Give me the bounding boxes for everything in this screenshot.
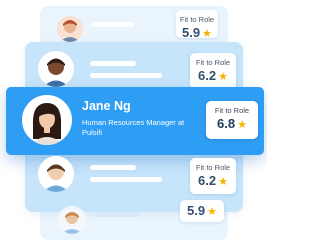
- score-label: Fit to Role: [179, 15, 215, 24]
- candidate-row: 5.9 ★: [0, 200, 267, 240]
- avatar: [58, 206, 86, 234]
- placeholder-line: [90, 61, 136, 66]
- score-card: Fit to Role 6.2 ★: [190, 53, 236, 89]
- placeholder-line: [94, 212, 140, 217]
- score-value: 5.9: [182, 25, 201, 40]
- candidate-name: Jane Ng: [82, 99, 131, 113]
- placeholder-line: [92, 22, 134, 27]
- score-value: 6.2: [198, 68, 217, 83]
- score-value-row: 6.2 ★: [190, 173, 236, 190]
- star-icon: ★: [218, 176, 228, 188]
- star-icon: ★: [202, 28, 212, 40]
- star-icon: ★: [218, 71, 228, 83]
- person-icon: [38, 156, 74, 192]
- candidate-row: Fit to Role 6.2 ★: [0, 156, 267, 202]
- score-card: Fit to Role 5.9 ★: [176, 10, 218, 40]
- placeholder-line: [90, 165, 136, 170]
- score-value: 6.2: [198, 173, 217, 188]
- candidate-avatar: [22, 95, 72, 145]
- score-value-row: 5.9 ★: [180, 203, 224, 220]
- placeholder-line: [90, 177, 162, 182]
- score-value: 5.9: [187, 203, 206, 218]
- score-label: Fit to Role: [214, 106, 250, 115]
- person-icon: [38, 51, 74, 87]
- candidate-title: Human Resources Manager at Pulsifi: [82, 118, 185, 137]
- star-icon: ★: [207, 206, 217, 218]
- score-label: Fit to Role: [195, 58, 231, 67]
- score-label: Fit to Role: [195, 163, 231, 172]
- fit-score-card: Fit to Role 6.8 ★: [206, 101, 258, 139]
- highlighted-candidate-card[interactable]: Jane Ng Human Resources Manager at Pulsi…: [6, 87, 264, 155]
- person-icon: [57, 16, 83, 42]
- star-icon: ★: [237, 119, 247, 131]
- score-value-row: 6.2 ★: [190, 68, 236, 85]
- candidate-ranking-illustration: Fit to Role 5.9 ★ Fit to Role 6.2 ★ Jane…: [0, 0, 267, 240]
- person-icon: [58, 206, 86, 234]
- avatar: [57, 16, 83, 42]
- score-card: Fit to Role 6.2 ★: [190, 158, 236, 194]
- avatar: [38, 51, 74, 87]
- score-value-row: 6.8 ★: [206, 116, 258, 133]
- person-icon: [22, 95, 72, 145]
- score-value-row: 5.9 ★: [176, 25, 218, 42]
- avatar: [38, 156, 74, 192]
- score-value: 6.8: [217, 116, 236, 131]
- placeholder-line: [90, 73, 162, 78]
- score-card: 5.9 ★: [180, 200, 224, 222]
